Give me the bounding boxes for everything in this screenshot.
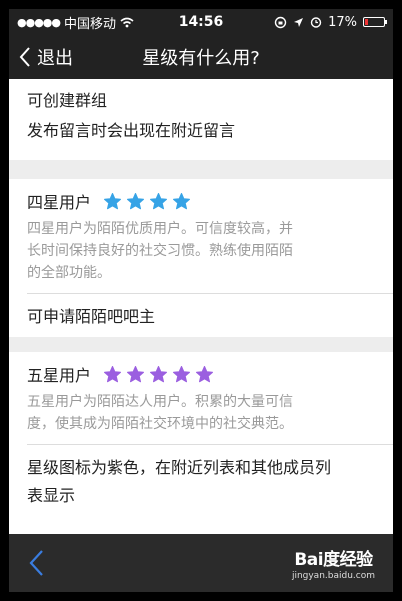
star-icon bbox=[173, 365, 191, 382]
star-icon bbox=[196, 365, 214, 382]
star-icon bbox=[150, 365, 168, 382]
description-line: 度，使其成为陌陌社交环境中的社交典范。 bbox=[27, 416, 293, 432]
status-right: 17% bbox=[274, 14, 387, 30]
back-arrow-icon[interactable] bbox=[27, 548, 45, 578]
star-icon bbox=[127, 192, 145, 209]
baidu-jingyan-watermark: Bai度经验 jingyan.baidu.com bbox=[292, 545, 375, 581]
battery-percent: 17% bbox=[328, 14, 357, 30]
bottom-toolbar: Bai度经验 jingyan.baidu.com bbox=[9, 534, 393, 592]
description-line: 长时间保持良好的社交习惯。熟练使用陌陌 bbox=[27, 243, 293, 259]
app-screen: ●●●●● 中国移动 14:56 17% 退出 星级有什么用? 可创建群组 发布… bbox=[9, 9, 393, 592]
star-icon bbox=[150, 192, 168, 209]
star-rating bbox=[103, 192, 191, 211]
card-header: 四星用户 bbox=[9, 179, 393, 213]
battery-fill bbox=[365, 19, 368, 25]
card-text-line: 可创建群组 bbox=[27, 91, 108, 110]
star-rating bbox=[103, 365, 214, 384]
nav-bar: 退出 星级有什么用? bbox=[9, 35, 393, 79]
battery-icon bbox=[363, 17, 387, 27]
carrier-label: 中国移动 bbox=[64, 16, 117, 32]
description-line: 的全部功能。 bbox=[27, 265, 111, 281]
privilege-line: 星级图标为紫色，在附近列表和其他成员列 bbox=[27, 458, 332, 477]
description-line: 四星用户为陌陌优质用户。可信度较高，并 bbox=[27, 221, 293, 237]
star-icon bbox=[173, 192, 191, 209]
back-label: 退出 bbox=[37, 48, 73, 69]
card-header: 五星用户 bbox=[9, 352, 393, 386]
card-text-line: 发布留言时会出现在附近留言 bbox=[27, 121, 236, 140]
content-scroll[interactable]: 可创建群组 发布留言时会出现在附近留言 四星用户 四星用户为陌陌优质用户。可信度… bbox=[9, 79, 393, 534]
location-icon bbox=[294, 17, 304, 27]
five-star-card: 五星用户 五星用户为陌陌达人用户。积累的大量可信 度，使其成为陌陌社交环境中的社… bbox=[9, 352, 393, 534]
level-description: 五星用户为陌陌达人用户。积累的大量可信 度，使其成为陌陌社交环境中的社交典范。 bbox=[9, 386, 393, 435]
four-star-card: 四星用户 四星用户为陌陌优质用户。可信度较高，并 长时间保持良好的社交习惯。熟练… bbox=[9, 179, 393, 337]
star-icon bbox=[104, 365, 122, 382]
wifi-icon bbox=[120, 17, 134, 27]
level-privilege: 星级图标为紫色，在附近列表和其他成员列 表显示 bbox=[9, 445, 393, 510]
back-button[interactable]: 退出 bbox=[9, 35, 73, 79]
alarm-icon bbox=[310, 17, 322, 28]
level-description: 四星用户为陌陌优质用户。可信度较高，并 长时间保持良好的社交习惯。熟练使用陌陌 … bbox=[9, 213, 393, 284]
status-bar: ●●●●● 中国移动 14:56 17% bbox=[9, 9, 393, 35]
star-icon bbox=[104, 192, 122, 209]
level-name: 五星用户 bbox=[27, 366, 92, 385]
watermark-url: jingyan.baidu.com bbox=[291, 571, 375, 581]
level-privilege: 可申请陌陌吧吧主 bbox=[9, 294, 393, 331]
privilege-line: 表显示 bbox=[27, 486, 76, 505]
star-level-card-partial: 可创建群组 发布留言时会出现在附近留言 bbox=[9, 79, 393, 160]
privilege-line: 可申请陌陌吧吧主 bbox=[27, 307, 156, 326]
level-name: 四星用户 bbox=[27, 193, 92, 212]
watermark-logo: Bai度经验 bbox=[294, 550, 373, 570]
rotation-lock-icon bbox=[274, 16, 287, 28]
description-line: 五星用户为陌陌达人用户。积累的大量可信 bbox=[27, 394, 293, 410]
chevron-left-icon bbox=[19, 47, 30, 67]
signal-dots-icon: ●●●●● bbox=[17, 15, 61, 29]
status-left: ●●●●● 中国移动 bbox=[17, 13, 134, 32]
star-icon bbox=[127, 365, 145, 382]
